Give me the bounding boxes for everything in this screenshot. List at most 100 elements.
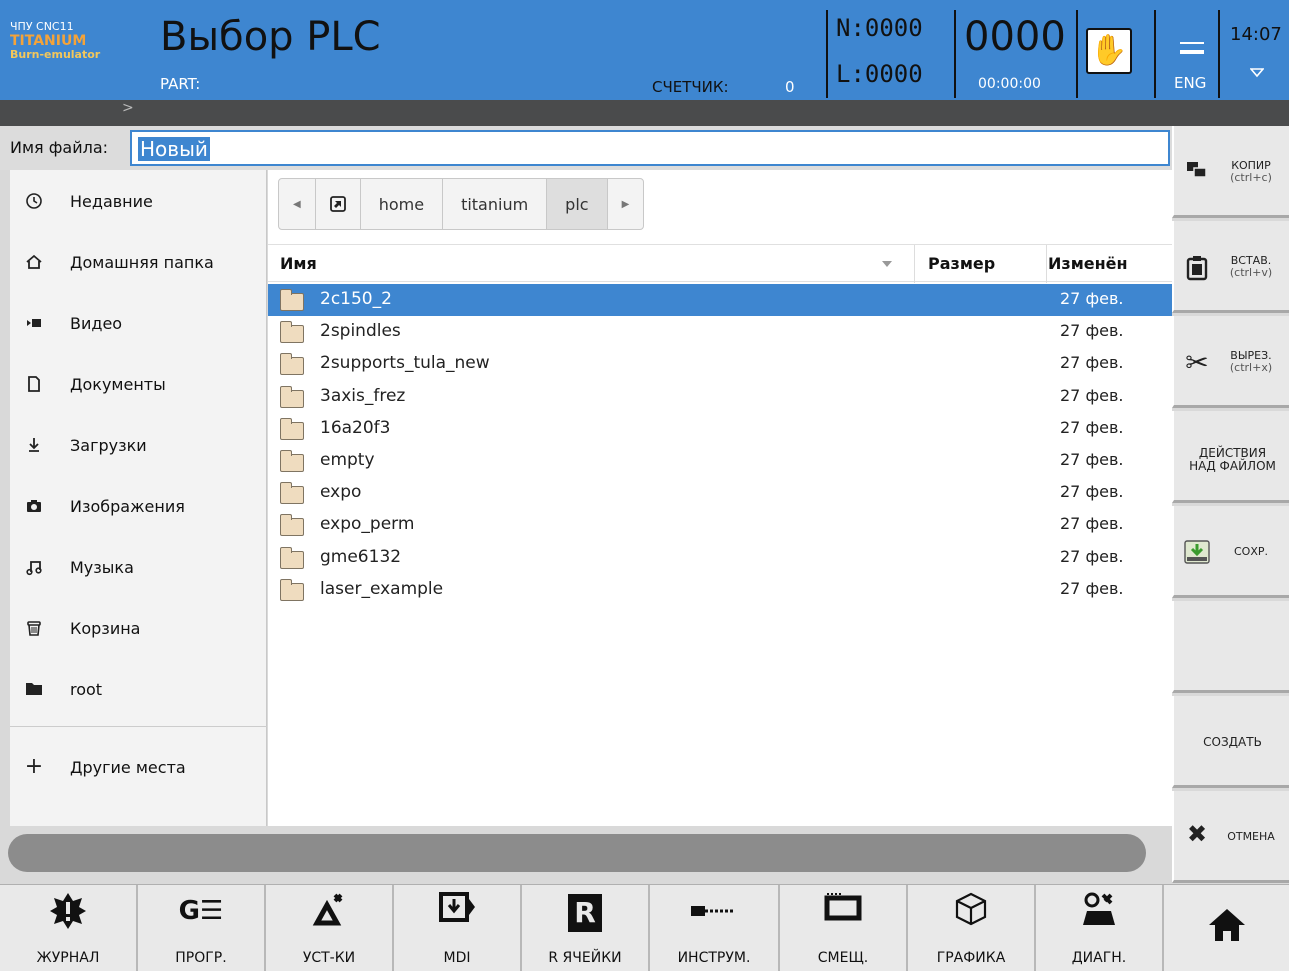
file-name: laser_example <box>320 578 444 599</box>
filename-row: Имя файла: Новый <box>0 126 1172 170</box>
hand-mode-icon[interactable]: ✋ <box>1086 28 1132 74</box>
place-label: Видео <box>70 314 123 333</box>
file-date: 27 фев. <box>1060 514 1124 534</box>
folder-icon <box>280 482 304 505</box>
place-downloads[interactable]: Загрузки <box>10 416 267 476</box>
header-divider <box>954 10 956 98</box>
counter-value: 0 <box>785 78 795 96</box>
trash-icon <box>24 619 44 639</box>
file-name: gme6132 <box>320 546 402 567</box>
place-other-locations[interactable]: + Другие места <box>10 738 267 798</box>
file-name: 2c150_2 <box>320 289 392 309</box>
filename-value: Новый <box>138 137 210 161</box>
document-icon <box>24 375 44 395</box>
folder-icon <box>280 578 304 601</box>
nav-program-button[interactable]: G☰ ПРОГР. <box>138 885 266 971</box>
file-row[interactable]: expo 27 фев. <box>268 477 1172 509</box>
n-counter: N:0000 <box>836 14 923 42</box>
save-icon <box>1184 540 1210 566</box>
place-images[interactable]: Изображения <box>10 477 267 537</box>
empty-softkey[interactable] <box>1172 601 1289 693</box>
path-segment-plc[interactable]: plc <box>547 179 608 229</box>
nav-settings-button[interactable]: УСТ-КИ <box>266 885 394 971</box>
graphics-icon <box>908 891 1034 936</box>
nav-r-cells-button[interactable]: R R ЯЧЕЙКИ <box>522 885 650 971</box>
file-actions-button[interactable]: ДЕЙСТВИЯ НАД ФАЙЛОМ <box>1172 411 1289 503</box>
place-label: Корзина <box>70 619 141 638</box>
status-area <box>0 826 1172 884</box>
file-row[interactable]: empty 27 фев. <box>268 445 1172 477</box>
file-date: 27 фев. <box>1060 546 1124 566</box>
file-name: 2spindles <box>320 321 401 342</box>
cancel-button[interactable]: ✖ ОТМЕНА <box>1172 791 1289 883</box>
nav-label: ЖУРНАЛ <box>36 950 100 966</box>
part-label: PART: <box>160 75 201 93</box>
clock: 14:07 <box>1230 24 1282 45</box>
cut-button[interactable]: ✂ ВЫРЕЗ. (ctrl+x) <box>1172 316 1289 408</box>
folder-icon <box>280 353 304 376</box>
nav-label: УСТ-КИ <box>302 950 356 966</box>
tool-icon <box>650 891 778 931</box>
nav-home-button[interactable] <box>1164 885 1289 971</box>
brand-logo: ЧПУ CNC11 TITANIUM Burn-emulator <box>10 20 150 62</box>
path-segment-titanium[interactable]: titanium <box>443 179 548 229</box>
file-row[interactable]: 2supports_tula_new 27 фев. <box>268 348 1172 380</box>
column-name[interactable]: Имя <box>280 254 317 273</box>
place-root[interactable]: root <box>10 660 267 720</box>
nav-journal-button[interactable]: ЖУРНАЛ <box>0 885 138 971</box>
file-row[interactable]: 3axis_frez 27 фев. <box>268 381 1172 413</box>
brand-line2: TITANIUM <box>10 33 87 49</box>
path-segment-home[interactable]: home <box>361 179 444 229</box>
chevron-down-icon[interactable] <box>1250 68 1264 78</box>
file-date: 27 фев. <box>1060 385 1124 405</box>
file-name: 3axis_frez <box>320 385 406 406</box>
file-row[interactable]: 2c150_2 27 фев. <box>268 284 1172 317</box>
place-trash[interactable]: Корзина <box>10 599 267 659</box>
nav-label: ИНСТРУМ. <box>677 950 751 966</box>
nav-graphics-button[interactable]: ГРАФИКА <box>908 885 1036 971</box>
video-icon <box>24 314 44 334</box>
column-size[interactable]: Размер <box>928 254 995 273</box>
language-indicator[interactable]: ENG <box>1174 74 1206 92</box>
path-root-button[interactable] <box>316 179 361 229</box>
file-name: 16a20f3 <box>320 417 391 438</box>
file-date: 27 фев. <box>1060 289 1124 308</box>
path-forward-button[interactable]: ▶ <box>608 179 644 229</box>
place-recent[interactable]: Недавние <box>10 172 267 232</box>
file-row[interactable]: 2spindles 27 фев. <box>268 316 1172 348</box>
nav-label: ПРОГР. <box>175 950 227 966</box>
place-music[interactable]: Музыка <box>10 538 267 598</box>
create-button[interactable]: СОЗДАТЬ <box>1172 696 1289 788</box>
file-row[interactable]: 16a20f3 27 фев. <box>268 413 1172 445</box>
paste-button[interactable]: ВСТАВ. (ctrl+v) <box>1172 221 1289 313</box>
clock-icon <box>24 192 44 212</box>
nav-diagnostics-button[interactable]: ДИАГН. <box>1036 885 1164 971</box>
column-modified[interactable]: Изменён <box>1048 254 1128 273</box>
place-documents[interactable]: Документы <box>10 355 267 415</box>
nav-offset-button[interactable]: СМЕЩ. <box>780 885 908 971</box>
file-row[interactable]: expo_perm 27 фев. <box>268 509 1172 541</box>
file-date: 27 фев. <box>1060 449 1124 469</box>
nav-label: R ЯЧЕЙКИ <box>548 950 622 966</box>
nav-mdi-button[interactable]: MDI <box>394 885 522 971</box>
copy-button[interactable]: КОПИР (ctrl+c) <box>1172 126 1289 218</box>
nav-tool-button[interactable]: ИНСТРУМ. <box>650 885 780 971</box>
folder-icon <box>280 449 304 472</box>
place-label: Домашняя папка <box>70 253 214 272</box>
place-home[interactable]: Домашняя папка <box>10 233 267 293</box>
filename-input[interactable]: Новый <box>130 130 1170 166</box>
file-row[interactable]: laser_example 27 фев. <box>268 574 1172 606</box>
save-button[interactable]: СОХР. <box>1172 506 1289 598</box>
file-date: 27 фев. <box>1060 417 1124 437</box>
path-bar: ◀ home titanium plc ▶ <box>278 178 645 230</box>
place-label: Недавние <box>70 192 153 211</box>
file-row[interactable]: gme6132 27 фев. <box>268 542 1172 574</box>
mdi-icon <box>394 891 520 934</box>
music-icon <box>24 558 44 578</box>
drive-icon <box>329 196 346 212</box>
alert-icon <box>0 891 136 940</box>
path-back-button[interactable]: ◀ <box>279 179 316 229</box>
place-video[interactable]: Видео <box>10 294 267 354</box>
r-cells-icon: R <box>522 891 648 932</box>
keyboard-icon[interactable] <box>1180 42 1204 54</box>
